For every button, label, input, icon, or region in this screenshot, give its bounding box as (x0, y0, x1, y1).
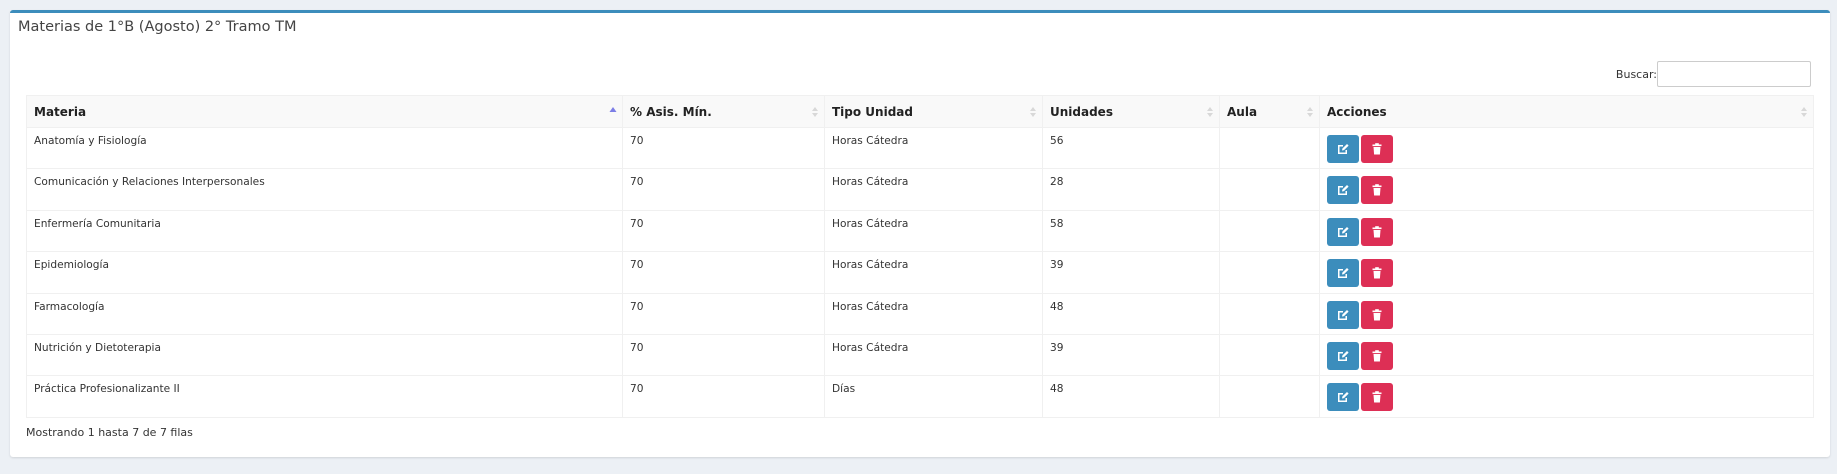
column-label-acciones: Acciones (1327, 104, 1387, 119)
panel-title: Materias de 1°B (Agosto) 2° Tramo TM (18, 19, 297, 35)
delete-button[interactable] (1361, 341, 1393, 370)
cell-aula (1219, 292, 1320, 335)
cell-tipo-unidad: Horas Cátedra (824, 168, 1043, 211)
table-row: Comunicación y Relaciones Interpersonale… (26, 168, 1814, 211)
cell-unidades: 56 (1042, 126, 1220, 170)
table-row: Epidemiología 70 Horas Cátedra 39 (26, 251, 1814, 294)
sort-ascending-icon (609, 105, 617, 119)
search-label: Buscar: (1615, 67, 1657, 81)
cell-acciones (1319, 251, 1814, 294)
column-label-asistencia: % Asis. Mín. (630, 104, 712, 119)
column-label-aula: Aula (1227, 104, 1258, 119)
cell-asistencia: 70 (622, 209, 825, 253)
cell-unidades: 39 (1042, 333, 1220, 377)
table-row: Farmacología 70 Horas Cátedra 48 (26, 292, 1814, 335)
edit-button[interactable] (1327, 217, 1359, 246)
cell-unidades: 48 (1042, 292, 1220, 335)
cell-unidades: 58 (1042, 209, 1220, 253)
cell-acciones (1319, 126, 1814, 170)
search-bar: Buscar: (1616, 61, 1811, 87)
cell-acciones (1319, 292, 1814, 335)
cell-aula (1219, 251, 1320, 294)
sort-icon (1029, 105, 1037, 119)
cell-materia: Práctica Profesionalizante II (26, 375, 623, 418)
cell-asistencia: 70 (622, 292, 825, 335)
cell-tipo-unidad: Horas Cátedra (824, 251, 1043, 294)
sort-icon (811, 105, 819, 119)
edit-button[interactable] (1327, 135, 1359, 163)
table-row: Enfermería Comunitaria 70 Horas Cátedra 58 (26, 209, 1814, 253)
materias-table: Materia % Asis. Mín. Tipo Unidad Unidade… (26, 95, 1814, 418)
cell-unidades: 28 (1042, 168, 1220, 211)
search-input[interactable] (1657, 61, 1811, 87)
table-row: Anatomía y Fisiología 70 Horas Cátedra 56 (26, 126, 1814, 170)
delete-button[interactable] (1361, 259, 1393, 288)
cell-unidades: 48 (1042, 375, 1220, 418)
sort-icon (1800, 105, 1808, 119)
cell-aula (1219, 209, 1320, 253)
delete-button[interactable] (1361, 176, 1393, 205)
cell-tipo-unidad: Horas Cátedra (824, 292, 1043, 335)
edit-button[interactable] (1327, 383, 1359, 412)
cell-materia: Enfermería Comunitaria (26, 209, 623, 253)
cell-acciones (1319, 168, 1814, 211)
cell-acciones (1319, 375, 1814, 418)
table-row: Práctica Profesionalizante II 70 Días 48 (26, 375, 1814, 418)
edit-button[interactable] (1327, 341, 1359, 370)
cell-acciones (1319, 209, 1814, 253)
edit-button[interactable] (1327, 300, 1359, 329)
cell-aula (1219, 333, 1320, 377)
cell-tipo-unidad: Días (824, 375, 1043, 418)
cell-aula (1219, 168, 1320, 211)
cell-acciones (1319, 333, 1814, 377)
sort-icon (1206, 105, 1214, 119)
cell-asistencia: 70 (622, 126, 825, 170)
table-body: Anatomía y Fisiología 70 Horas Cátedra 56 Co… (26, 126, 1814, 418)
cell-tipo-unidad: Horas Cátedra (824, 209, 1043, 253)
column-label-unidades: Unidades (1050, 104, 1113, 119)
cell-asistencia: 70 (622, 333, 825, 377)
cell-aula (1219, 126, 1320, 170)
edit-button[interactable] (1327, 176, 1359, 205)
cell-materia: Comunicación y Relaciones Interpersonale… (26, 168, 623, 211)
cell-materia: Farmacología (26, 292, 623, 335)
cell-materia: Epidemiología (26, 251, 623, 294)
column-header-aula[interactable]: Aula (1219, 95, 1320, 128)
column-header-unidades[interactable]: Unidades (1042, 95, 1220, 128)
cell-asistencia: 70 (622, 251, 825, 294)
table-row: Nutrición y Dietoterapia 70 Horas Cátedra 3… (26, 333, 1814, 377)
pagination-info: Mostrando 1 hasta 7 de 7 filas (26, 426, 193, 439)
column-label-materia: Materia (34, 104, 87, 119)
cell-asistencia: 70 (622, 375, 825, 418)
delete-button[interactable] (1361, 383, 1393, 412)
edit-button[interactable] (1327, 259, 1359, 288)
cell-tipo-unidad: Horas Cátedra (824, 333, 1043, 377)
materias-panel: Materias de 1°B (Agosto) 2° Tramo TM Bus… (10, 10, 1830, 457)
column-label-tipo-unidad: Tipo Unidad (832, 104, 913, 119)
cell-tipo-unidad: Horas Cátedra (824, 126, 1043, 170)
column-header-materia[interactable]: Materia (26, 95, 623, 128)
cell-materia: Anatomía y Fisiología (26, 126, 623, 170)
cell-aula (1219, 375, 1320, 418)
cell-materia: Nutrición y Dietoterapia (26, 333, 623, 377)
cell-asistencia: 70 (622, 168, 825, 211)
cell-unidades: 39 (1042, 251, 1220, 294)
delete-button[interactable] (1361, 135, 1393, 163)
sort-icon (1306, 105, 1314, 119)
column-header-acciones[interactable]: Acciones (1319, 95, 1814, 128)
table-header-row: Materia % Asis. Mín. Tipo Unidad Unidade… (26, 95, 1814, 128)
column-header-tipo-unidad[interactable]: Tipo Unidad (824, 95, 1043, 128)
delete-button[interactable] (1361, 300, 1393, 329)
delete-button[interactable] (1361, 217, 1393, 246)
column-header-asistencia[interactable]: % Asis. Mín. (622, 95, 825, 128)
